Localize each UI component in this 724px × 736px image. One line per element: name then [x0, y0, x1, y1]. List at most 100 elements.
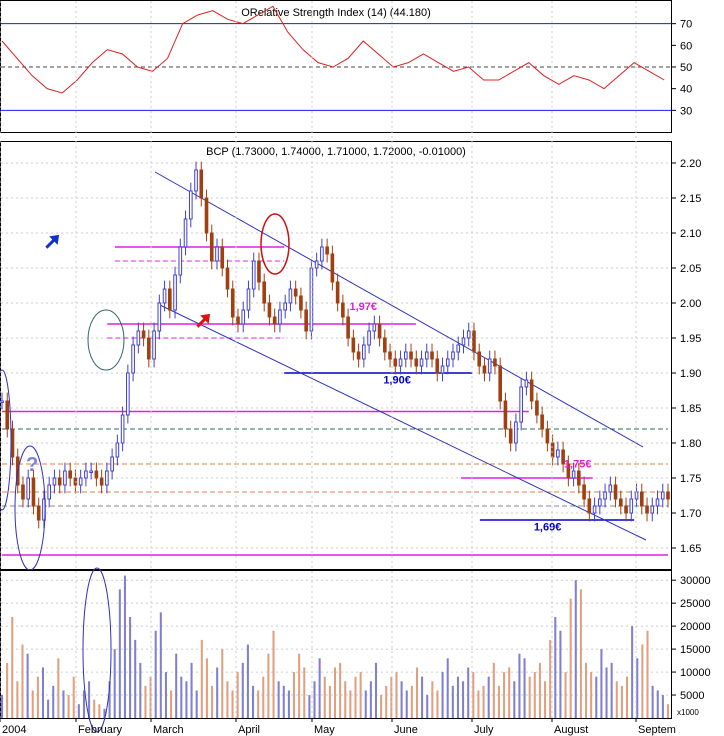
candle-body: [624, 505, 628, 514]
volume-bar: [646, 630, 649, 718]
volume-bar: [272, 630, 275, 718]
price-tick-label: 1.65: [680, 543, 701, 555]
volume-bar: [123, 575, 126, 718]
candle-body: [68, 470, 72, 479]
candle-body: [608, 484, 613, 493]
candle-body: [241, 309, 246, 325]
volume-bar: [190, 662, 193, 718]
volume-bar: [144, 685, 147, 718]
volume-bar: [666, 704, 670, 718]
volume-bar: [344, 681, 347, 718]
candle-body: [299, 295, 303, 311]
volume-bar: [364, 690, 367, 718]
volume-bar: [354, 676, 357, 718]
volume-bar: [651, 685, 654, 718]
candle-body: [152, 330, 156, 360]
candle-body: [482, 365, 487, 374]
volume-bar: [374, 662, 378, 718]
volume-bar: [257, 690, 260, 718]
price-tick-label: 2.10: [680, 228, 701, 240]
volume-bar: [400, 681, 403, 718]
price-title: BCP (1.73000, 1.74000, 1.71000, 1.72000,…: [206, 146, 466, 158]
candle-body: [545, 428, 550, 444]
candle-body: [335, 281, 340, 304]
candle-body: [529, 379, 534, 402]
x-tick-label: June: [394, 724, 418, 736]
volume-bar: [492, 662, 495, 718]
candle-body: [556, 449, 560, 458]
volume-tick-label: 20000: [680, 621, 711, 633]
volume-bar: [467, 667, 470, 718]
candle-body: [409, 351, 413, 360]
volume-bar: [31, 690, 34, 718]
volume-bar: [554, 616, 557, 718]
candle-body: [21, 484, 25, 500]
volume-bar: [277, 681, 280, 718]
candle-body: [157, 302, 162, 332]
candle-body: [78, 477, 83, 486]
candle-body: [84, 470, 88, 479]
x-tick-label: Septem: [638, 724, 676, 736]
candle-body: [424, 351, 429, 360]
volume-bar: [262, 676, 265, 718]
volume-bar: [72, 676, 75, 718]
candle-body: [115, 442, 120, 458]
candle-body: [178, 246, 183, 276]
volume-bar: [252, 685, 255, 718]
volume-bar: [359, 672, 362, 718]
volume-bar: [98, 704, 101, 718]
volume-bar: [11, 616, 14, 718]
volume-bar: [41, 667, 45, 718]
candle-body: [524, 379, 529, 388]
candle-body: [377, 323, 382, 339]
candle-body: [472, 330, 476, 353]
volume-tick-label: 10000: [680, 667, 711, 679]
candle-body: [430, 351, 434, 360]
candle-body: [598, 498, 602, 507]
volume-bar: [0, 695, 4, 718]
candle-body: [503, 400, 508, 430]
candle-body: [94, 470, 99, 479]
volume-bar: [523, 658, 526, 718]
volume-bar: [236, 672, 239, 718]
candle-body: [618, 498, 623, 507]
price-tick-label: 1.95: [680, 333, 701, 345]
candle-body: [514, 421, 518, 444]
volume-bar: [600, 649, 603, 718]
volume-bar: [333, 667, 337, 718]
volume-bar: [661, 695, 664, 718]
candle-body: [126, 372, 130, 416]
price-level-annotation: 1,75€: [564, 459, 592, 471]
candle-body: [477, 351, 482, 367]
candle-body: [120, 414, 125, 444]
volume-bar: [590, 672, 593, 718]
volume-bar: [47, 699, 50, 718]
candle-body: [314, 260, 319, 269]
volume-bar: [195, 690, 198, 718]
candle-body: [419, 358, 424, 367]
candle-body: [356, 351, 361, 360]
volume-bar: [180, 676, 183, 718]
candle-body: [466, 330, 471, 339]
candle-body: [393, 358, 398, 367]
volume-bar: [569, 598, 572, 718]
volume-bar: [349, 690, 352, 718]
volume-bar: [159, 612, 162, 718]
volume-bar: [518, 653, 521, 718]
volume-bar: [175, 653, 178, 718]
candle-body: [99, 477, 104, 486]
candle-body: [230, 288, 235, 318]
candle-body: [655, 498, 660, 507]
volume-bar: [395, 672, 398, 718]
volume-bar: [339, 662, 342, 718]
volume-bar: [129, 616, 132, 718]
candle-body: [645, 505, 649, 514]
candle-body: [246, 288, 251, 311]
candle-body: [508, 428, 513, 444]
volume-bar: [528, 676, 531, 718]
candle-body: [535, 400, 539, 416]
candle-body: [498, 365, 502, 402]
candle-body: [168, 288, 172, 311]
volume-bar: [641, 644, 644, 718]
candle-body: [592, 505, 597, 514]
